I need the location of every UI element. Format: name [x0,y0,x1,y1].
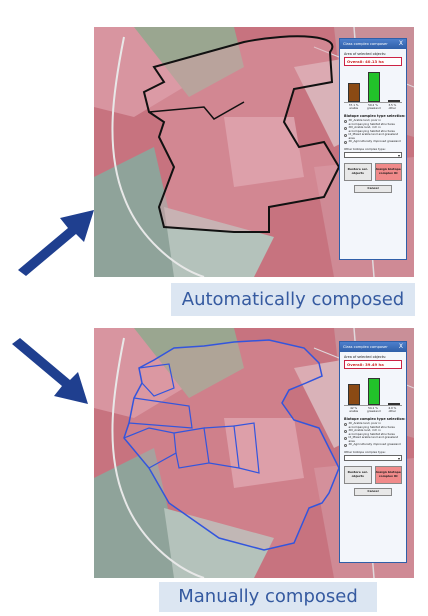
other-type-label: Other biotope complex type: [344,449,386,454]
radio-icon[interactable] [344,436,347,440]
close-icon[interactable]: X [399,342,403,352]
dialog-title-bar: Class complex composer X [340,342,406,352]
area-value: Overall: 39.49 ha [344,360,402,369]
restore-selection-button[interactable]: Restore sel. objects [344,465,372,484]
radio-icon[interactable] [344,119,347,123]
area-label: Area of selected objects: [344,355,386,359]
type-option[interactable]: XII_Agriculturally improved grassland [344,140,402,144]
chevron-down-icon[interactable]: ▾ [398,456,400,462]
bar-other [388,403,400,405]
bar-grassland [368,377,380,405]
bar-arable [348,83,360,102]
radio-icon[interactable] [344,140,347,144]
cancel-button[interactable]: Cancel [354,184,392,193]
close-icon[interactable]: X [399,39,403,49]
other-type-select[interactable]: ▾ [344,454,402,462]
bar-arable [348,384,360,405]
radio-icon[interactable] [344,422,347,426]
caption-automatic: Automatically composed [171,283,415,316]
class-share-bar-chart [344,69,402,103]
assign-complex-id-button[interactable]: Assign biotope complex ID [374,465,402,484]
dialog-title-bar: Class complex composer X [340,39,406,49]
dialog-title: Class complex composer [343,42,388,46]
area-value: Overall: 40.13 ha [344,57,402,66]
other-type-label: Other biotope complex type: [344,146,386,151]
bar-grassland [368,72,380,102]
radio-icon[interactable] [344,443,347,447]
map-panel-manual: Class complex composer X Area of selecte… [94,328,414,578]
chevron-down-icon[interactable]: ▾ [398,153,400,159]
class-complex-composer-dialog: Class complex composer X Area of selecte… [339,341,407,563]
arrow-icon [12,338,88,404]
bar-label-arable: 37.1 % arable [348,103,359,111]
bar-label-other: 4.0 % other [388,406,397,414]
assign-complex-id-button[interactable]: Assign biotope complex ID [374,162,402,181]
radio-icon[interactable] [344,133,347,137]
radio-icon[interactable] [344,429,347,433]
bar-label-arable: 42 % arable [349,406,359,414]
area-label: Area of selected objects: [344,52,386,56]
radio-icon[interactable] [344,126,347,130]
other-type-select[interactable]: ▾ [344,151,402,159]
restore-selection-button[interactable]: Restore sel. objects [344,162,372,181]
cancel-button[interactable]: Cancel [354,487,392,496]
type-option[interactable]: XII_Agriculturally improved grassland [344,443,402,447]
bar-label-grassland: 54.1 % grassland [366,406,381,414]
bar-label-other: 3.5 % other [388,103,397,111]
bar-label-grassland: 59.2 % grassland [366,103,381,111]
bar-other [388,100,400,102]
class-share-bar-chart [344,372,402,406]
class-complex-composer-dialog: Class complex composer X Area of selecte… [339,38,407,260]
map-panel-automatic: Class complex composer X Area of selecte… [94,27,414,277]
dialog-title: Class complex composer [343,345,388,349]
caption-manual: Manually composed [159,582,377,612]
arrow-icon [18,210,94,276]
